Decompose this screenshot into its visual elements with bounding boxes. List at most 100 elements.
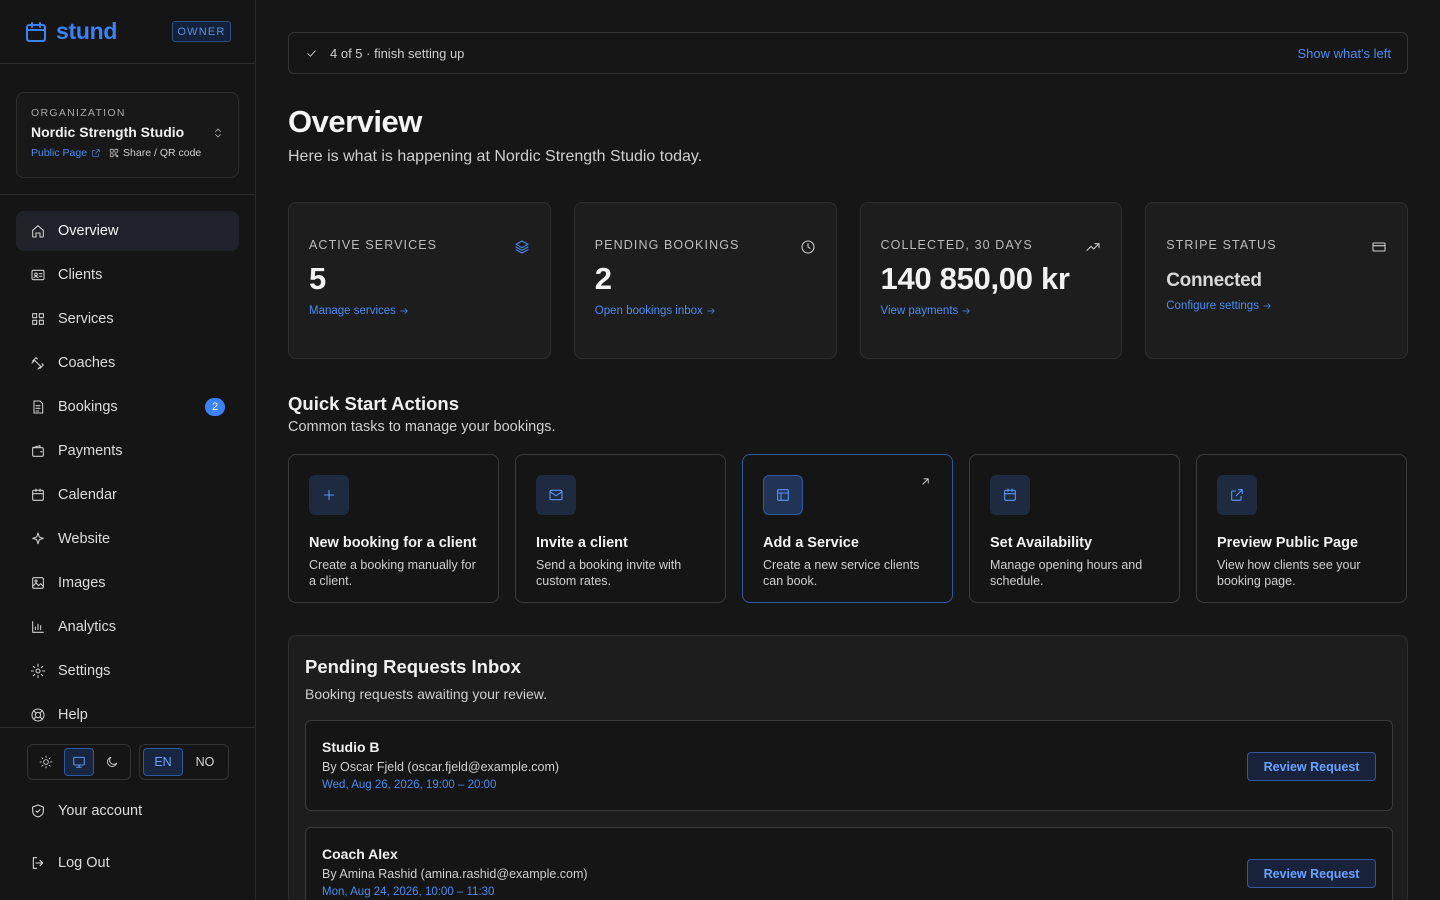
moon-icon bbox=[105, 755, 119, 769]
request-time: Wed, Aug 26, 2026, 19:00 – 20:00 bbox=[322, 779, 497, 791]
theme-toggle bbox=[27, 744, 131, 780]
stat-card-active-services: ACTIVE SERVICES 5 Manage services bbox=[288, 202, 551, 359]
sun-icon bbox=[39, 755, 53, 769]
arrow-right-icon bbox=[1262, 301, 1272, 311]
action-description: Create a booking manually for a client. bbox=[309, 558, 476, 588]
wallet-icon bbox=[30, 443, 46, 459]
theme-light-button[interactable] bbox=[31, 748, 62, 776]
page-title: Overview bbox=[288, 104, 422, 139]
review-request-button[interactable]: Review Request bbox=[1247, 752, 1376, 781]
action-title: New booking for a client bbox=[309, 535, 477, 551]
gear-icon bbox=[30, 663, 46, 679]
pending-requests-inbox: Pending Requests Inbox Booking requests … bbox=[288, 635, 1408, 900]
calendar-logo-icon bbox=[24, 20, 48, 44]
setup-progress-bar: 4 of 5 · finish setting up Show what's l… bbox=[288, 32, 1408, 74]
sidebar-item-website[interactable]: Website bbox=[16, 519, 239, 559]
bar-chart-icon bbox=[30, 619, 46, 635]
calendar-icon bbox=[990, 475, 1030, 515]
document-icon bbox=[30, 399, 46, 415]
sidebar-item-bookings[interactable]: Bookings 2 bbox=[16, 387, 239, 427]
stat-value: 2 bbox=[594, 261, 612, 296]
lifebuoy-icon bbox=[30, 707, 46, 723]
configure-settings-link[interactable]: Configure settings bbox=[1166, 300, 1387, 312]
sidebar-item-calendar[interactable]: Calendar bbox=[16, 475, 239, 515]
calendar-icon bbox=[30, 487, 46, 503]
stat-label: PENDING BOOKINGS bbox=[594, 238, 740, 252]
grid-icon bbox=[30, 311, 46, 327]
open-bookings-inbox-link[interactable]: Open bookings inbox bbox=[595, 305, 816, 317]
stat-label: STRIPE STATUS bbox=[1166, 238, 1277, 252]
public-page-link[interactable]: Public Page bbox=[31, 147, 101, 159]
external-link-icon bbox=[1217, 475, 1257, 515]
plus-icon bbox=[309, 475, 349, 515]
request-title: Coach Alex bbox=[322, 846, 398, 862]
brand-logo[interactable]: stund bbox=[24, 18, 117, 45]
sidebar-item-services[interactable]: Services bbox=[16, 299, 239, 339]
home-icon bbox=[30, 223, 46, 239]
action-description: Manage opening hours and schedule. bbox=[990, 558, 1143, 588]
set-availability-action[interactable]: Set Availability Manage opening hours an… bbox=[969, 454, 1180, 603]
qr-code-icon bbox=[109, 148, 119, 158]
request-title: Studio B bbox=[322, 739, 380, 755]
your-account-link[interactable]: Your account bbox=[30, 803, 142, 819]
stat-card-stripe-status: STRIPE STATUS Connected Configure settin… bbox=[1145, 202, 1408, 359]
credit-card-icon bbox=[1371, 239, 1387, 255]
external-link-icon bbox=[91, 148, 101, 158]
request-requester: By Oscar Fjeld (oscar.fjeld@example.com) bbox=[322, 760, 560, 774]
dumbbell-icon bbox=[30, 355, 46, 371]
stat-label: COLLECTED, 30 DAYS bbox=[880, 238, 1033, 252]
request-item: Coach Alex By Amina Rashid (amina.rashid… bbox=[305, 827, 1393, 900]
action-title: Invite a client bbox=[536, 535, 628, 551]
arrow-right-icon bbox=[399, 306, 409, 316]
inbox-subtitle: Booking requests awaiting your review. bbox=[305, 686, 548, 702]
arrow-right-icon bbox=[706, 306, 716, 316]
share-qr-link[interactable]: Share / QR code bbox=[109, 147, 201, 159]
trending-up-icon bbox=[1085, 239, 1101, 255]
organization-name: Nordic Strength Studio bbox=[31, 124, 185, 140]
language-toggle: EN NO bbox=[139, 744, 229, 780]
quick-start-title: Quick Start Actions bbox=[288, 393, 459, 414]
setup-progress-text: 4 of 5 · finish setting up bbox=[330, 45, 465, 61]
review-request-button[interactable]: Review Request bbox=[1247, 859, 1376, 888]
layout-icon bbox=[763, 475, 803, 515]
action-description: Send a booking invite with custom rates. bbox=[536, 558, 682, 588]
sidebar: stund OWNER ORGANIZATION Nordic Strength… bbox=[0, 0, 256, 900]
stat-value: 5 bbox=[309, 261, 326, 296]
sidebar-item-overview[interactable]: Overview bbox=[16, 211, 239, 251]
request-requester: By Amina Rashid (amina.rashid@example.co… bbox=[322, 867, 588, 881]
sidebar-item-payments[interactable]: Payments bbox=[16, 431, 239, 471]
image-icon bbox=[30, 575, 46, 591]
action-description: Create a new service clients can book. bbox=[763, 558, 920, 588]
stat-card-pending-bookings: PENDING BOOKINGS 2 Open bookings inbox bbox=[573, 202, 837, 359]
shield-icon bbox=[30, 803, 46, 819]
clock-icon bbox=[800, 239, 816, 255]
stats-row: ACTIVE SERVICES 5 Manage services PENDIN… bbox=[288, 202, 1408, 359]
layers-icon bbox=[514, 239, 530, 255]
stat-card-collected: COLLECTED, 30 DAYS 140 850,00 kr View pa… bbox=[859, 202, 1123, 359]
stat-value: 140 850,00 kr bbox=[880, 261, 1070, 296]
log-out-button[interactable]: Log Out bbox=[30, 855, 110, 871]
sidebar-item-clients[interactable]: Clients bbox=[16, 255, 239, 295]
sidebar-item-coaches[interactable]: Coaches bbox=[16, 343, 239, 383]
role-badge: OWNER bbox=[172, 21, 231, 42]
sidebar-item-help[interactable]: Help bbox=[16, 695, 239, 735]
organization-switcher[interactable]: ORGANIZATION Nordic Strength Studio Publ… bbox=[16, 92, 239, 178]
new-booking-action[interactable]: New booking for a client Create a bookin… bbox=[288, 454, 499, 603]
organization-label: ORGANIZATION bbox=[31, 107, 126, 119]
show-whats-left-link[interactable]: Show what's left bbox=[1297, 46, 1391, 61]
chevron-up-down-icon[interactable] bbox=[212, 127, 224, 139]
language-no-button[interactable]: NO bbox=[185, 748, 225, 776]
language-en-button[interactable]: EN bbox=[143, 748, 183, 776]
manage-services-link[interactable]: Manage services bbox=[309, 305, 530, 317]
invite-client-action[interactable]: Invite a client Send a booking invite wi… bbox=[515, 454, 726, 603]
sidebar-item-images[interactable]: Images bbox=[16, 563, 239, 603]
preview-public-page-action[interactable]: Preview Public Page View how clients see… bbox=[1196, 454, 1407, 603]
theme-dark-button[interactable] bbox=[96, 748, 127, 776]
id-card-icon bbox=[30, 267, 46, 283]
view-payments-link[interactable]: View payments bbox=[881, 305, 1102, 317]
sidebar-item-analytics[interactable]: Analytics bbox=[16, 607, 239, 647]
add-service-action[interactable]: Add a Service Create a new service clien… bbox=[742, 454, 953, 603]
action-title: Set Availability bbox=[990, 535, 1093, 551]
sidebar-item-settings[interactable]: Settings bbox=[16, 651, 239, 691]
theme-system-button[interactable] bbox=[63, 748, 95, 776]
